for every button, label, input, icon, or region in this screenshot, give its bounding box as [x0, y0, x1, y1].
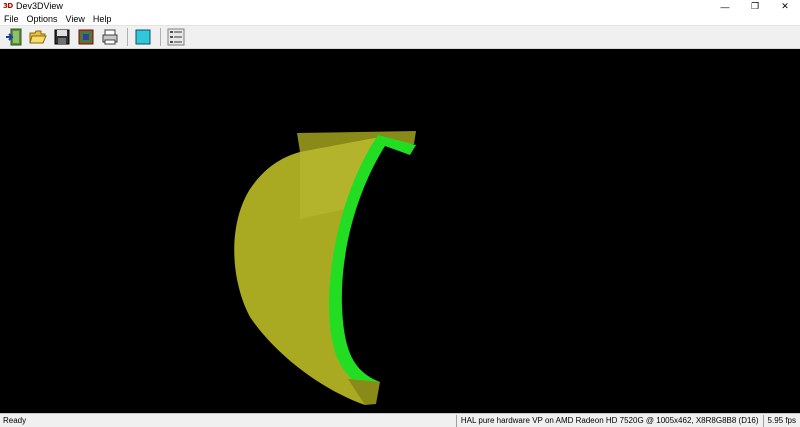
- groups-button[interactable]: [165, 26, 187, 48]
- exit-button[interactable]: [3, 26, 25, 48]
- snapshot-button[interactable]: [75, 26, 97, 48]
- print-icon: [102, 29, 118, 45]
- background-color-button[interactable]: [132, 26, 154, 48]
- exit-icon: [6, 28, 22, 46]
- menu-view[interactable]: View: [62, 13, 89, 25]
- 3d-viewport[interactable]: [0, 49, 800, 413]
- open-folder-icon: [29, 30, 47, 44]
- save-icon: [54, 29, 70, 45]
- groups-icon: [167, 28, 185, 46]
- maximize-button[interactable]: ❐: [740, 0, 770, 13]
- background-color-icon: [135, 29, 151, 45]
- 3d-model: [234, 131, 416, 405]
- toolbar: [0, 25, 800, 49]
- menu-help[interactable]: Help: [89, 13, 116, 25]
- window-controls: — ❐ ✕: [710, 0, 800, 13]
- window-title: Dev3DView: [16, 1, 63, 11]
- minimize-button[interactable]: —: [710, 0, 740, 13]
- status-text: Ready: [3, 416, 27, 425]
- title-bar: 3D Dev3DView — ❐ ✕: [0, 0, 800, 13]
- close-button[interactable]: ✕: [770, 0, 800, 13]
- open-button[interactable]: [27, 26, 49, 48]
- fps-counter: 5.95 fps: [762, 414, 800, 427]
- menu-options[interactable]: Options: [23, 13, 62, 25]
- app-icon: 3D: [3, 2, 13, 10]
- toolbar-separator: [127, 28, 128, 46]
- toolbar-separator: [160, 28, 161, 46]
- menu-bar: File Options View Help: [0, 13, 800, 25]
- renderer-info: HAL pure hardware VP on AMD Radeon HD 75…: [455, 414, 763, 427]
- menu-file[interactable]: File: [0, 13, 23, 25]
- print-button[interactable]: [99, 26, 121, 48]
- snapshot-icon: [78, 29, 94, 45]
- save-button[interactable]: [51, 26, 73, 48]
- status-bar: Ready HAL pure hardware VP on AMD Radeon…: [0, 413, 800, 427]
